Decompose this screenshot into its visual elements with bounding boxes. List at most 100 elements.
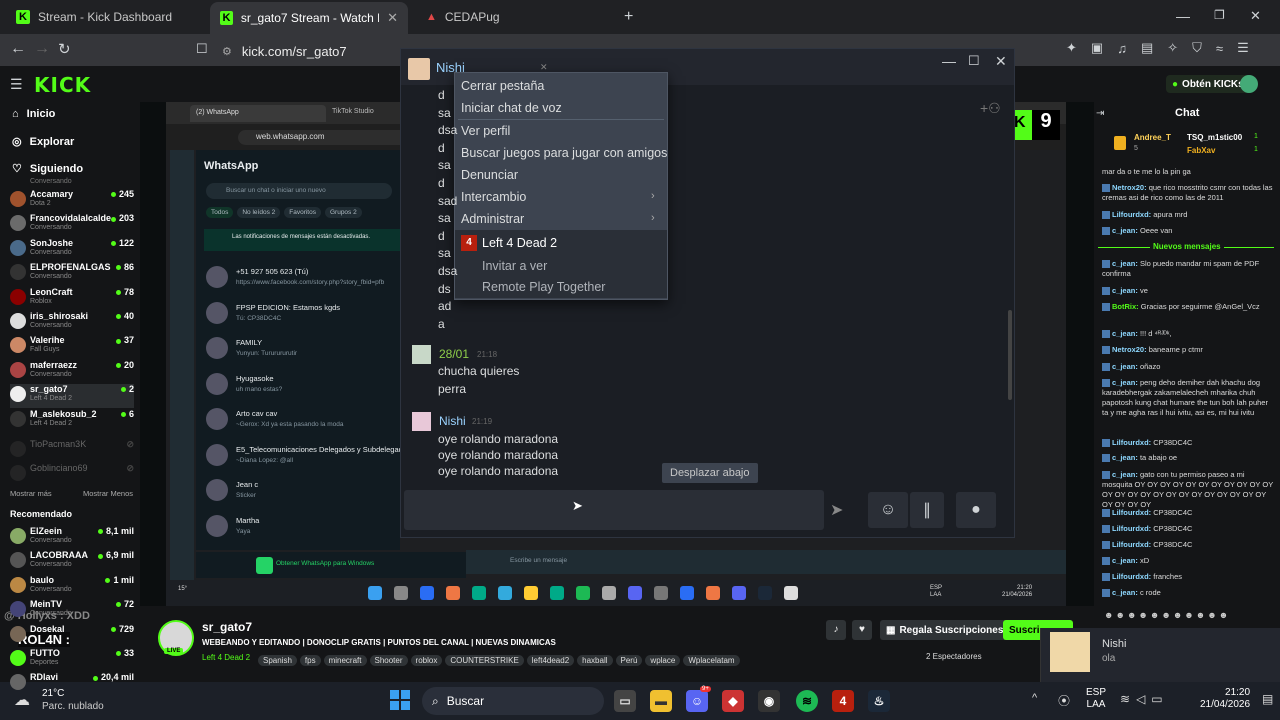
emoticon-button[interactable]: ☺ [868,492,908,528]
show-more-button[interactable]: Mostrar más [10,489,52,498]
stream-tag[interactable]: minecraft [323,655,367,666]
task-view-icon[interactable]: ▭ [614,690,636,712]
recommended-channel[interactable]: FUTTO Deportes 33 [10,648,134,672]
obtain-kicks-button[interactable]: ● Obtén KICKs [1166,75,1250,93]
recommended-channel[interactable]: ElZeein Conversando 8,1 mil [10,526,134,550]
emote-bar[interactable]: ☻☻☻☻☻☻☻☻☻☻☻ [1104,610,1274,622]
site-info-icon[interactable]: ⚙ [222,45,232,58]
chat-username[interactable]: c_jean: [1112,470,1140,479]
file-explorer-icon[interactable]: ▬ [650,690,672,712]
spotify-icon[interactable]: ≋ [796,690,818,712]
clock[interactable]: 21:20 21/04/2026 [1200,687,1250,711]
sidebar-channel-offline[interactable]: Goblinciano69 ⊘ [10,463,134,487]
steam-minimize-icon[interactable]: — [942,53,956,69]
chat-username[interactable]: c_jean: [1112,259,1140,268]
sidebar-channel[interactable]: Valerihe Fall Guys 37 [10,335,134,359]
gift-subs-button[interactable]: ▦ Regala Suscripciones [880,620,1010,640]
ai-icon[interactable]: ✧ [1167,40,1178,56]
chat-scrollbar[interactable] [1008,310,1012,400]
collapse-chat-icon[interactable]: ⇥ [1096,108,1104,119]
chat-username[interactable]: c_jean: [1112,556,1140,565]
streamer-name[interactable]: sr_gato7 [202,620,252,634]
extension-puzzle-icon[interactable]: ✦ [1066,40,1077,56]
shield-icon[interactable]: ⛉ [1192,40,1202,56]
chat-username[interactable]: c_jean: [1112,286,1140,295]
menu-item-close-tab[interactable]: Cerrar pestaña [461,79,544,93]
sidebar-channel[interactable]: Francovidalalcalde Conversando 203 [10,213,134,237]
microphone-tray-icon[interactable]: ⦿ [1058,692,1070,709]
chat-username[interactable]: c_jean: [1112,453,1140,462]
menu-item-report[interactable]: Denunciar [461,168,518,182]
screenshot-icon[interactable]: ▣ [1091,40,1103,56]
vpn-icon[interactable]: ≈ [1216,41,1223,56]
stream-tag[interactable]: Wplacelatam [683,655,740,666]
follow-heart-icon[interactable]: ♥ [852,620,872,640]
recommended-channel[interactable]: baulo Conversando 1 mil [10,575,134,599]
stream-tag[interactable]: Shooter [369,655,408,666]
windows-start-icon[interactable] [390,690,410,710]
tray-chevron-icon[interactable]: ^ [1032,692,1037,704]
steam-maximize-icon[interactable]: ☐ [968,53,980,69]
add-friend-to-chat-icon[interactable]: +⚇ [980,100,1001,117]
steam-taskbar-icon[interactable]: ♨ [868,690,890,712]
system-tray-icons[interactable]: ≋◁▭ [1120,692,1169,706]
attach-button[interactable]: ∥ [910,492,944,528]
reload-icon[interactable]: ↻ [58,40,71,58]
l4d2-taskbar-icon[interactable]: 4 [832,690,854,712]
stream-tag[interactable]: left4dead2 [526,655,575,666]
chat-username[interactable]: BotRix: [1112,302,1141,311]
leader-name[interactable]: Andree_T [1134,133,1171,142]
notifications-icon[interactable]: ▤ [1262,692,1273,706]
chat-username[interactable]: c_jean: [1112,362,1140,371]
sidebar-channel[interactable]: sr_gato7 Left 4 Dead 2 2 [10,384,134,409]
maximize-icon[interactable]: ❐ [1214,8,1225,22]
chat-username[interactable]: Lilfourdxd: [1112,572,1153,581]
stream-tag[interactable]: wplace [645,655,681,666]
stream-tag[interactable]: COUNTERSTRIKE [445,655,524,666]
message-sender[interactable]: 28/01 [439,347,469,361]
wallet-icon[interactable]: ▤ [1141,40,1153,56]
sidebar-channel[interactable]: maferraezz Conversando 20 [10,360,134,384]
sidebar-channel[interactable]: iris_shirosaki Conversando 40 [10,311,134,335]
hamburger-icon[interactable]: ☰ [10,76,23,93]
language-indicator[interactable]: ESP LAA [1086,687,1106,711]
voice-button[interactable]: ● [956,492,996,528]
minimize-icon[interactable]: — [1176,8,1190,24]
chat-username[interactable]: Lilfourdxd: [1112,438,1153,447]
music-icon[interactable]: ♫ [1117,41,1127,56]
sidebar-channel[interactable]: LeonCraft Roblox 78 [10,287,134,311]
recommended-channel[interactable]: MeinTV Conversando 72 [10,599,134,623]
chat-username[interactable]: Lilfourdxd: [1112,508,1153,517]
stream-tag[interactable]: Perú [615,655,643,666]
recommended-channel[interactable]: LACOBRAAA Conversando 6,9 mil [10,550,134,574]
chat-username[interactable]: c_jean: [1112,378,1140,387]
back-icon[interactable]: ← [10,40,26,58]
menu-item-remote-play[interactable]: Remote Play Together [482,280,605,294]
discord-icon[interactable]: ☺ [686,690,708,712]
nav-siguiendo[interactable]: ♡ Siguiendo [12,162,83,176]
stream-tag[interactable]: roblox [410,655,443,666]
user-avatar[interactable] [1240,75,1258,93]
taskbar-search[interactable]: ⌕ Buscar [422,687,604,715]
chat-username[interactable]: Netrox20: [1112,345,1149,354]
chat-username[interactable]: Lilfourdxd: [1112,210,1153,219]
bookmark-icon[interactable]: ☐ [196,41,208,57]
new-tab-icon[interactable]: + [624,8,633,26]
friend-avatar[interactable] [408,58,430,80]
menu-item-manage[interactable]: Administrar [461,212,524,226]
sidebar-channel[interactable]: ELPROFENALGAS Conversando 86 [10,262,134,286]
tab-cedapug[interactable]: ▲ CEDAPug [416,4,616,30]
recommended-channel[interactable]: Dosekal 729 [10,624,134,648]
nav-explorar[interactable]: ◎ Explorar [12,135,74,149]
stream-game[interactable]: Left 4 Dead 2 [202,653,250,662]
message-sender[interactable]: Nishi [439,414,466,428]
close-window-icon[interactable]: ✕ [1250,8,1261,24]
stream-tag[interactable]: fps [299,655,321,666]
notification-bell-icon[interactable]: ♪ [826,620,846,640]
stream-tag[interactable]: haxball [577,655,613,666]
close-tab-icon[interactable]: ✕ [387,10,398,26]
chat-username[interactable]: c_jean: [1112,226,1140,235]
forward-icon[interactable]: → [34,40,50,58]
leader-name[interactable]: FabXav [1187,146,1215,155]
steam-close-icon[interactable]: ✕ [995,53,1007,70]
